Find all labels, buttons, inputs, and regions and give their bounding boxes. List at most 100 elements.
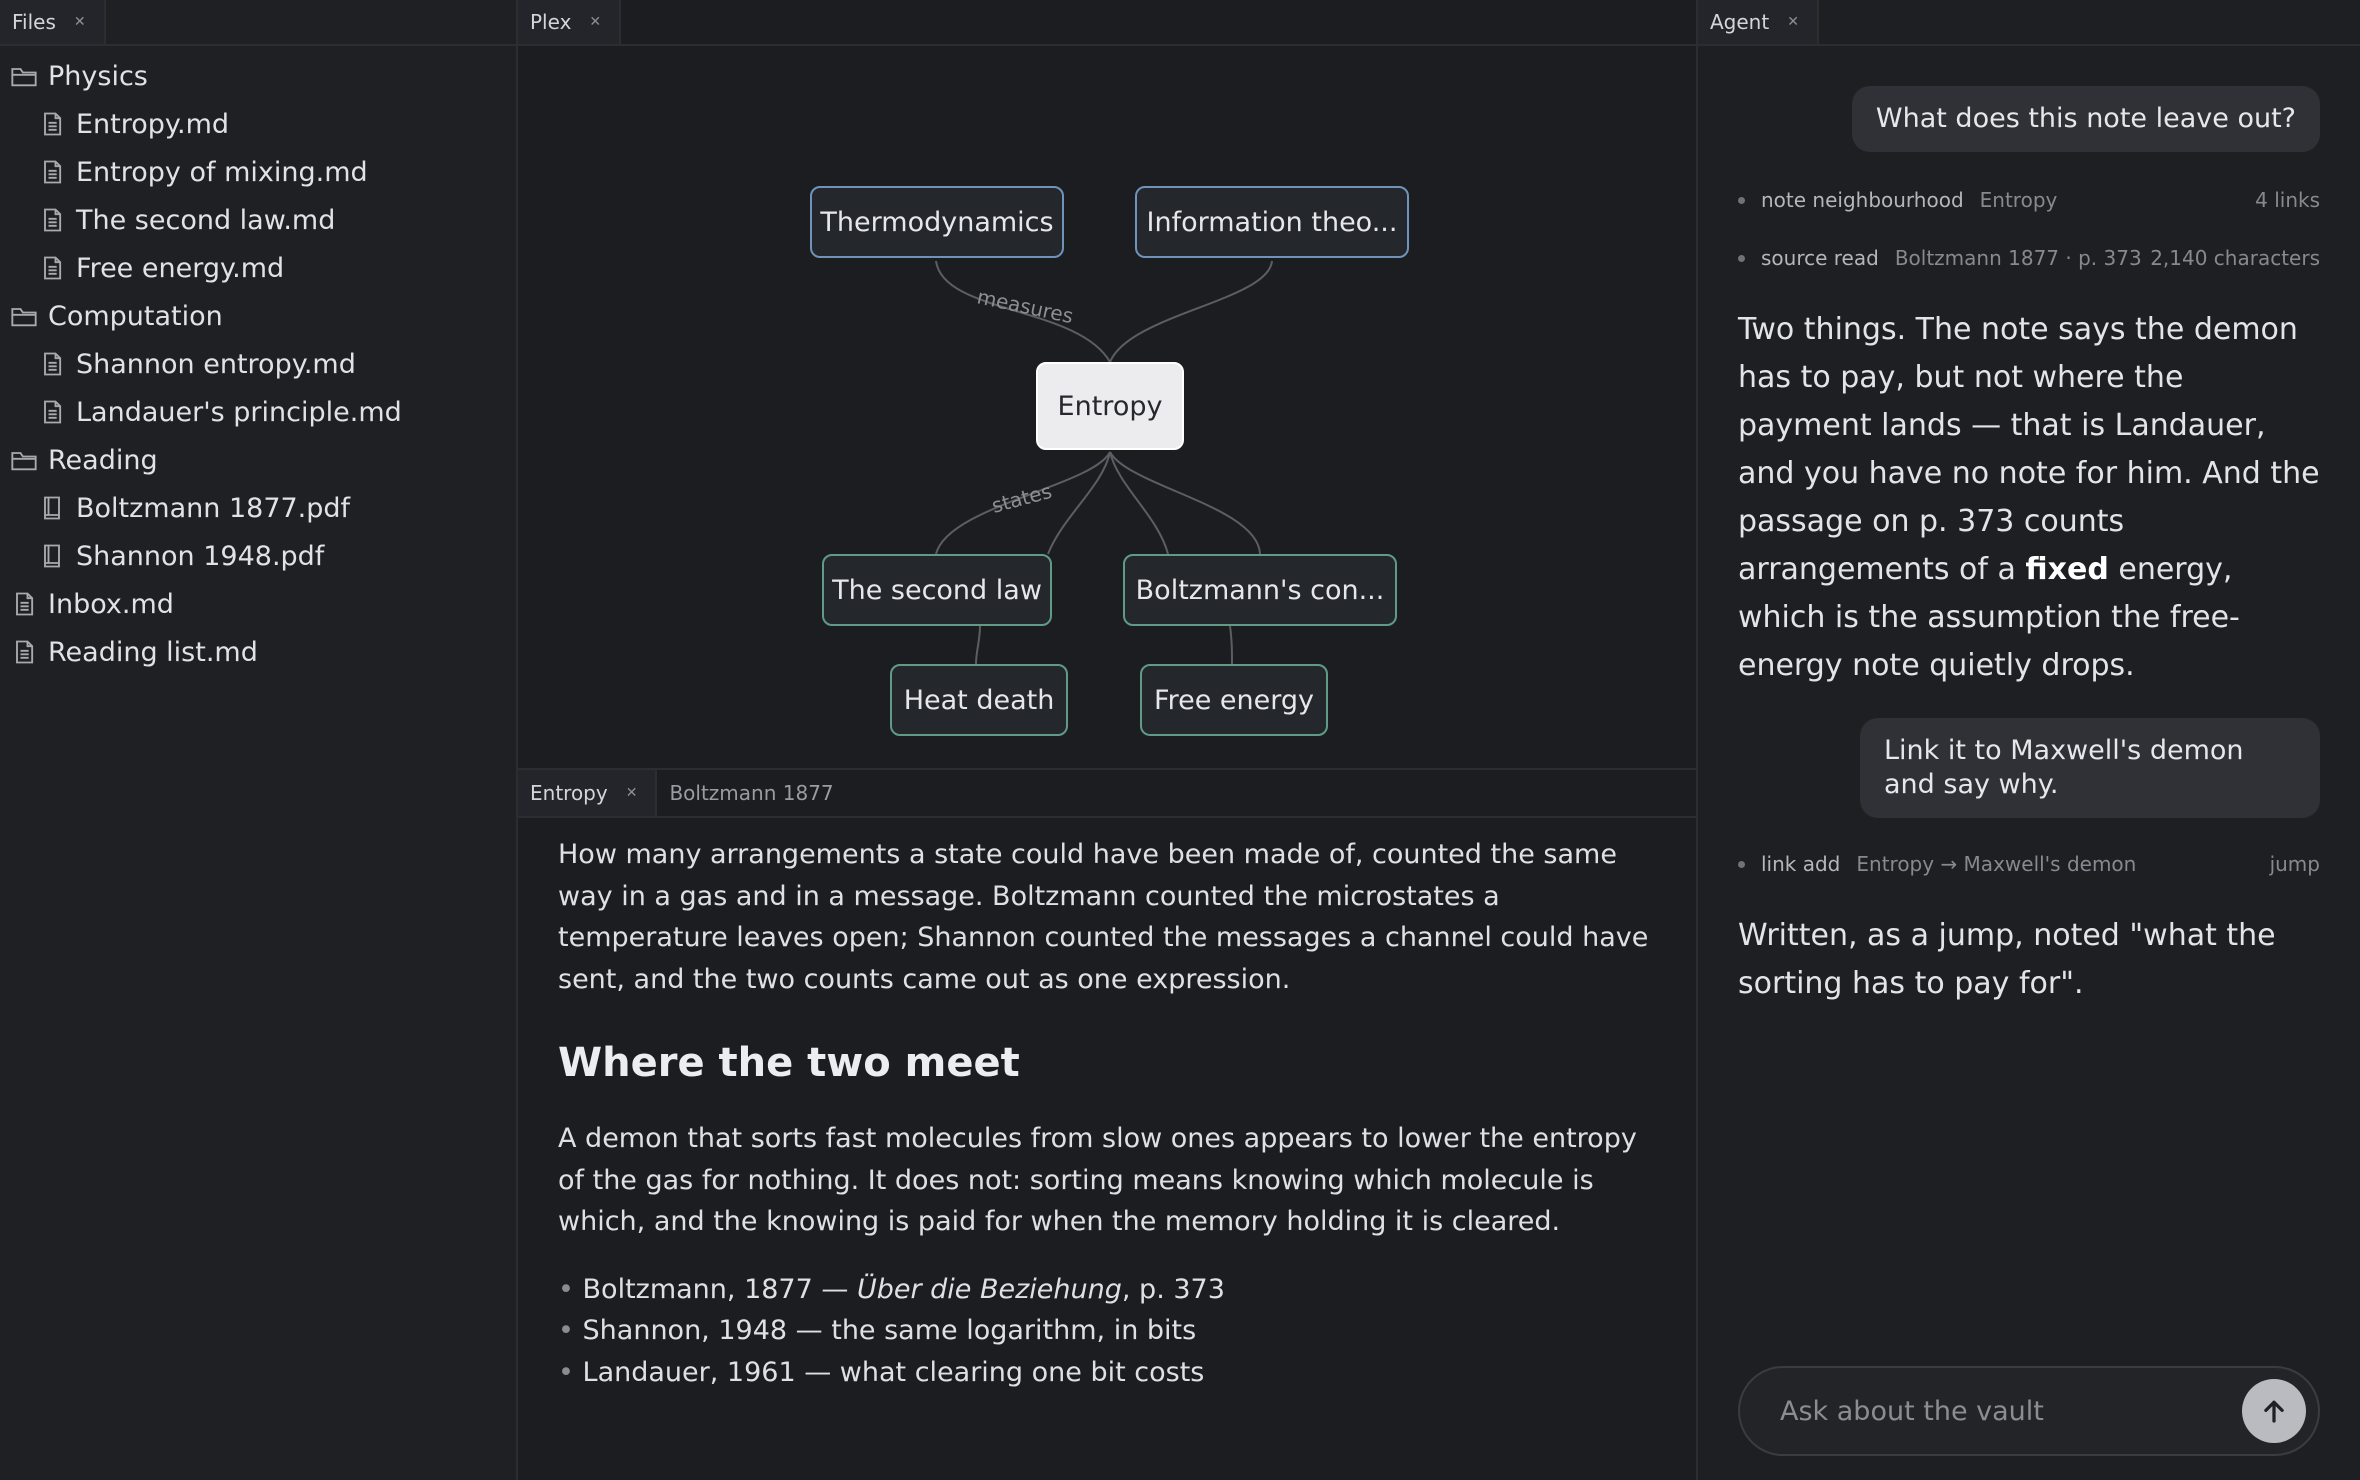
graph-node-entropy[interactable]: Entropy [1036, 362, 1184, 450]
tool-dot-icon [1738, 196, 1745, 204]
tree-item-label: The second law.md [76, 204, 336, 236]
note-editor: Entropy ✕ Boltzmann 1877 How many arrang… [518, 768, 1696, 1480]
tool-call: link add Entropy → Maxwell's demon jump [1738, 844, 2320, 884]
send-button[interactable] [2242, 1379, 2306, 1443]
tool-result: 2,140 characters [2150, 246, 2320, 270]
graph-node-boltzmann[interactable]: Boltzmann's con... [1123, 554, 1397, 626]
graph-node-label: Information theo... [1146, 206, 1398, 238]
note-paragraph: A demon that sorts fast molecules from s… [558, 1123, 1637, 1237]
tree-folder[interactable]: Reading [0, 436, 516, 484]
tool-dot-icon [1738, 860, 1745, 868]
tool-argument: Boltzmann 1877 · p. 373 [1894, 246, 2142, 270]
chat-composer [1738, 1366, 2320, 1456]
edge-boltzmann-free-energy [1229, 625, 1233, 665]
graph-node-information-theory[interactable]: Information theo... [1135, 186, 1409, 258]
agent-panel: Agent ✕ What does this note leave out? n… [1698, 0, 2360, 1480]
reference-item: • Landauer, 1961 — what clearing one bit… [558, 1352, 1656, 1394]
tree-folder[interactable]: Physics [0, 52, 516, 100]
graph-tabbar: Plex ✕ [518, 0, 1696, 46]
reference-item: • Boltzmann, 1877 — Über die Beziehung, … [558, 1269, 1656, 1311]
user-message: What does this note leave out? [1851, 86, 2320, 152]
file-icon [16, 592, 34, 616]
files-tabbar: Files ✕ [0, 0, 516, 46]
tool-name: note neighbourhood [1761, 188, 1964, 212]
note-heading: Where the two meet [558, 1040, 1020, 1086]
tab-files-label: Files [12, 10, 56, 34]
graph-node-heat-death[interactable]: Heat death [890, 664, 1068, 736]
tree-file[interactable]: Reading list.md [0, 628, 516, 676]
tree-file[interactable]: Entropy.md [0, 100, 516, 148]
tab-entropy[interactable]: Entropy ✕ [518, 770, 658, 816]
tree-file[interactable]: Shannon entropy.md [0, 340, 516, 388]
tree-file[interactable]: Inbox.md [0, 580, 516, 628]
tree-item-label: Inbox.md [48, 588, 174, 620]
tree-item-label: Shannon 1948.pdf [76, 540, 325, 572]
tree-item-label: Entropy.md [76, 108, 230, 140]
tool-result: 4 links [2255, 188, 2320, 212]
edge-entropy-boltzmann-2 [1109, 451, 1261, 555]
agent-tabbar: Agent ✕ [1698, 0, 2360, 46]
close-icon[interactable]: ✕ [589, 14, 601, 30]
close-icon[interactable]: ✕ [74, 14, 86, 30]
tab-agent[interactable]: Agent ✕ [1698, 0, 1819, 44]
file-tree: Physics Entropy.md Entropy of mixing.md The… [0, 46, 516, 676]
agent-answer: Written, as a jump, noted "what the sort… [1738, 918, 2276, 1001]
edge-label-measures: measures [975, 284, 1076, 328]
graph-node-label: Entropy [1057, 390, 1163, 422]
user-message-row: Link it to Maxwell's demon and say why. [1738, 718, 2320, 818]
tree-item-label: Boltzmann 1877.pdf [76, 492, 351, 524]
file-icon [44, 112, 62, 136]
tree-item-label: Shannon entropy.md [76, 348, 356, 380]
reference-text: Boltzmann, 1877 — [582, 1273, 857, 1305]
close-icon[interactable]: ✕ [1787, 14, 1799, 30]
file-icon [44, 352, 62, 376]
reference-text: Shannon, 1948 — the same logarithm, in b… [582, 1315, 1197, 1346]
editor-tabbar: Entropy ✕ Boltzmann 1877 [518, 770, 1696, 818]
center-panel: Plex ✕ measures states Thermodynamics In… [518, 0, 1698, 1480]
edge-entropy-boltzmann [1109, 451, 1169, 555]
tree-item-label: Entropy of mixing.md [76, 156, 368, 188]
folder-icon [11, 308, 37, 327]
user-message: Link it to Maxwell's demon and say why. [1860, 718, 2320, 818]
tree-file[interactable]: The second law.md [0, 196, 516, 244]
tree-file[interactable]: Shannon 1948.pdf [0, 532, 516, 580]
book-icon [44, 496, 60, 520]
reference-item: • Shannon, 1948 — the same logarithm, in… [558, 1310, 1656, 1352]
graph-view[interactable]: measures states Thermodynamics Informati… [518, 46, 1696, 768]
tree-file[interactable]: Boltzmann 1877.pdf [0, 484, 516, 532]
note-body[interactable]: How many arrangements a state could have… [518, 818, 1696, 1393]
tool-dot-icon [1738, 254, 1745, 262]
folder-icon [11, 452, 37, 471]
tree-file[interactable]: Landauer's principle.md [0, 388, 516, 436]
file-icon [44, 256, 62, 280]
close-icon[interactable]: ✕ [626, 785, 638, 801]
tab-boltzmann-1877[interactable]: Boltzmann 1877 [657, 770, 851, 816]
edge-second-law-heat-death [975, 625, 981, 665]
tab-boltzmann-label: Boltzmann 1877 [669, 781, 834, 805]
tool-argument: Entropy → Maxwell's demon [1856, 852, 2137, 876]
tab-entropy-label: Entropy [530, 781, 608, 805]
folder-icon [11, 68, 37, 87]
chat-input[interactable] [1780, 1395, 2242, 1427]
bullet: • [558, 1273, 574, 1305]
edge-entropy-second-law-2 [1047, 451, 1111, 555]
bullet: • [558, 1356, 574, 1388]
tool-result: jump [2269, 852, 2320, 876]
edge-label-states: states [989, 479, 1054, 518]
tab-files[interactable]: Files ✕ [0, 0, 106, 44]
tool-argument: Entropy [1979, 188, 2058, 212]
answer-text: Two things. The note says the demon has … [1738, 312, 2320, 587]
tree-file[interactable]: Entropy of mixing.md [0, 148, 516, 196]
bullet: • [558, 1315, 574, 1346]
arrow-up-icon [2264, 1400, 2284, 1423]
book-icon [44, 544, 60, 568]
tab-plex[interactable]: Plex ✕ [518, 0, 622, 44]
user-message-row: What does this note leave out? [1738, 86, 2320, 152]
graph-node-second-law[interactable]: The second law [822, 554, 1052, 626]
tree-file[interactable]: Free energy.md [0, 244, 516, 292]
tool-call: note neighbourhood Entropy 4 links [1738, 180, 2320, 220]
graph-node-thermodynamics[interactable]: Thermodynamics [810, 186, 1064, 258]
tree-folder[interactable]: Computation [0, 292, 516, 340]
graph-node-free-energy[interactable]: Free energy [1140, 664, 1328, 736]
tool-name: link add [1761, 852, 1841, 876]
